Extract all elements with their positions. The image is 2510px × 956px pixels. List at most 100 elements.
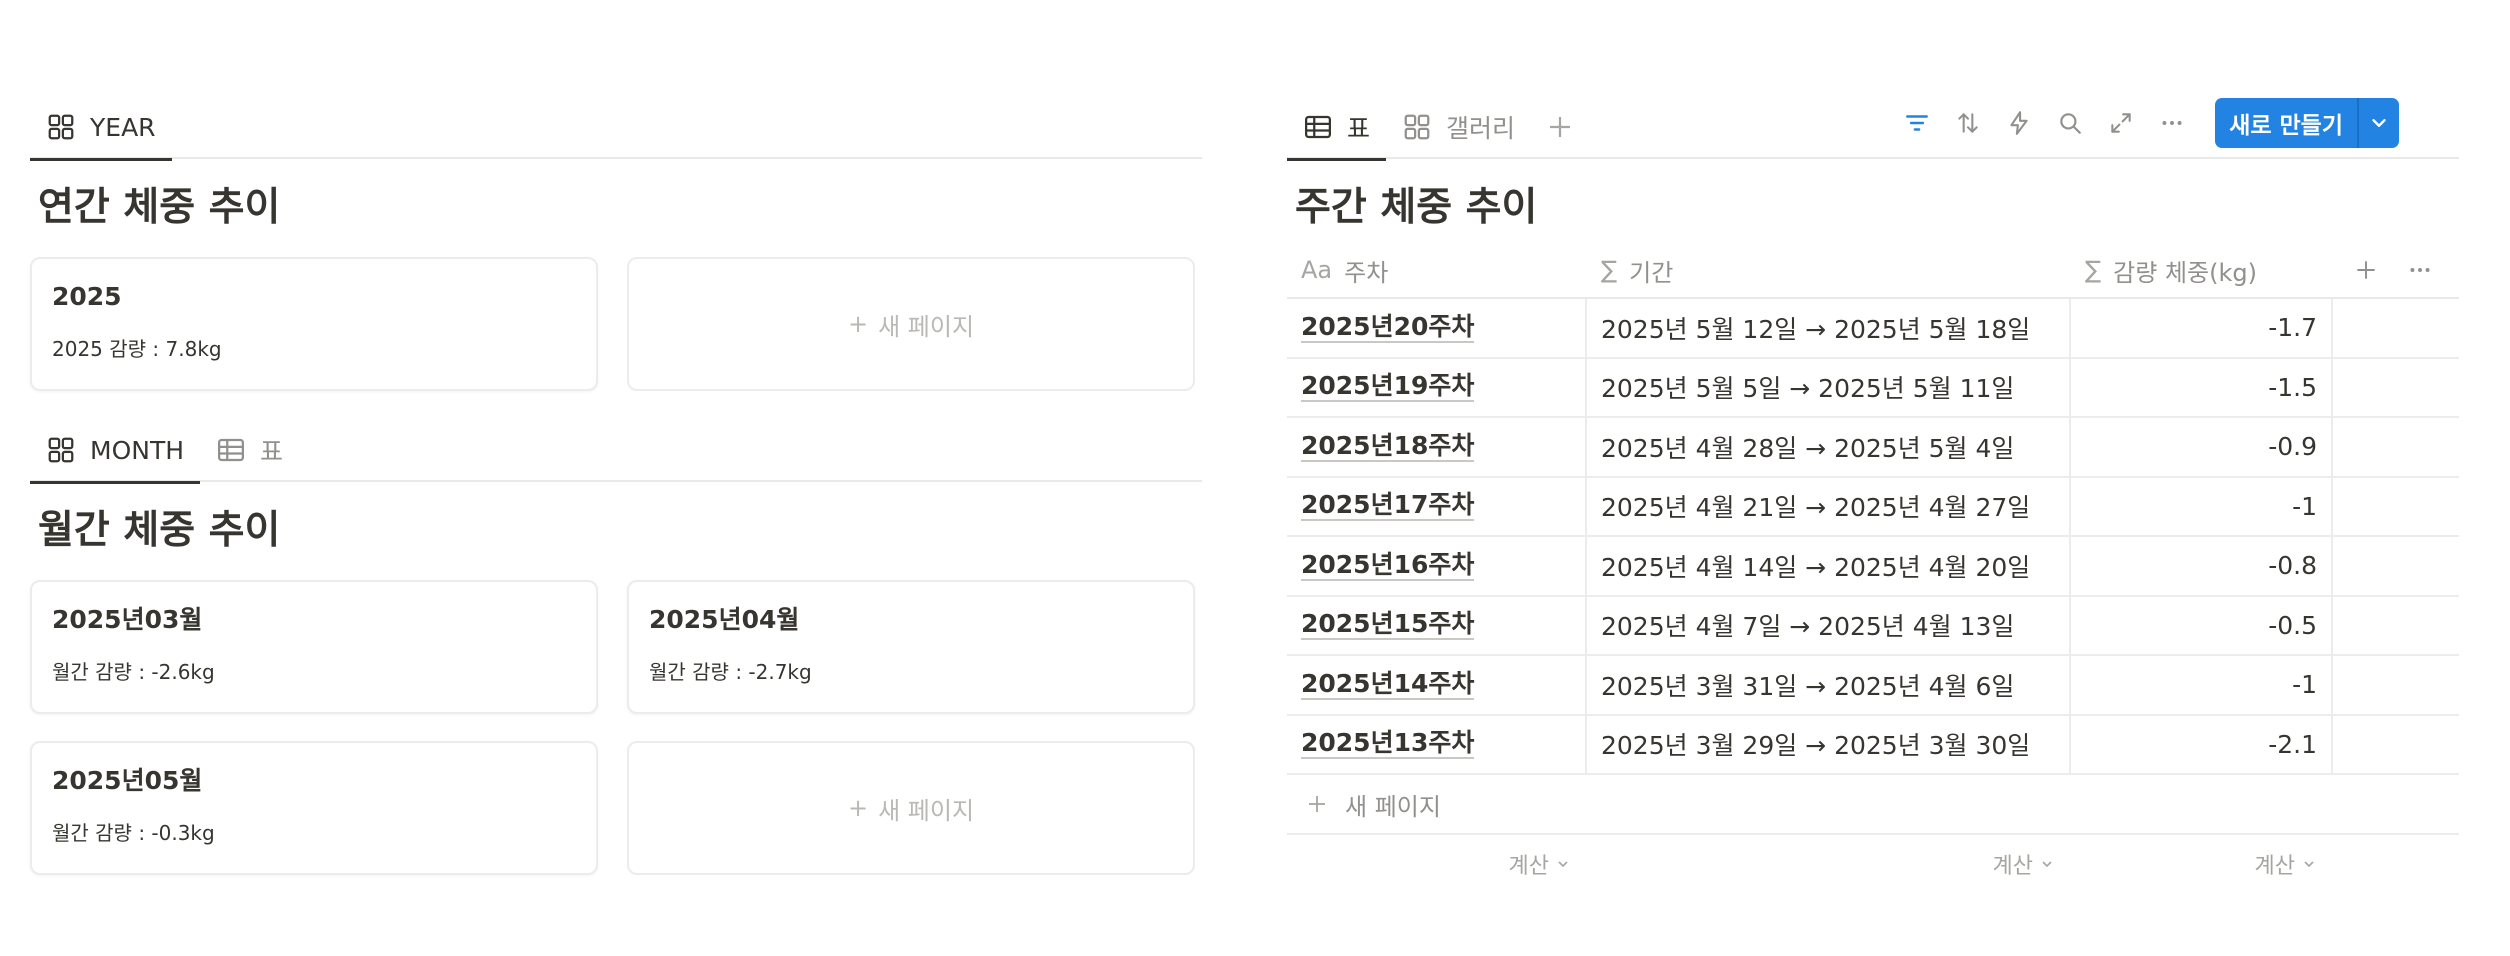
table-row[interactable]: 2025년20주차 2025년 5월 12일 → 2025년 5월 18일 -1.7 [1287,299,2459,359]
new-button[interactable]: 새로 만들기 [2215,98,2357,148]
chevron-down-icon [2042,861,2052,868]
calc-loss[interactable]: 계산 [2071,835,2333,893]
week-cell[interactable]: 2025년15주차 [1287,596,1587,654]
table-row[interactable]: 2025년18주차 2025년 4월 28일 → 2025년 5월 4일 -0.9 [1287,418,2459,478]
calc-label: 계산 [2254,854,2295,879]
expand-icon [2110,113,2131,133]
week-cell[interactable]: 2025년20주차 [1287,299,1587,357]
tab-gallery-label: 갤러리 [1446,114,1516,143]
table-row[interactable]: 2025년13주차 2025년 3월 29일 → 2025년 3월 30일 -2.1 [1287,715,2459,775]
week-title[interactable]: 2025년15주차 [1301,610,1475,641]
gallery-card-month[interactable]: 2025년03월 월간 감량 : -2.6kg [30,580,598,714]
new-button-dropdown[interactable] [2357,98,2399,148]
week-cell[interactable]: 2025년16주차 [1287,537,1587,595]
monthly-section-title: 월간 체중 추이 [38,508,281,553]
table-row[interactable]: 2025년15주차 2025년 4월 7일 → 2025년 4월 13일 -0.5 [1287,596,2459,656]
week-title[interactable]: 2025년13주차 [1301,729,1475,760]
week-title[interactable]: 2025년19주차 [1301,372,1475,403]
week-view-tabbar: 표 갤러리 새로 만들기 [1287,95,2459,161]
right-panel: 표 갤러리 새로 만들기 주간 체중 추이 Aa 주차 ∑ 기간 ∑ 감량 체중… [1287,95,2459,893]
period-cell: 2025년 5월 12일 → 2025년 5월 18일 [1587,299,2071,357]
chevron-down-icon [1558,861,1568,868]
week-cell[interactable]: 2025년17주차 [1287,477,1587,535]
month-gallery: 2025년03월 월간 감량 : -2.6kg 2025년04월 월간 감량 :… [30,580,1202,875]
formula-type-icon: ∑ [1601,256,1618,284]
empty-cell [2333,537,2459,595]
sort-button[interactable] [1942,98,1993,148]
weekly-table: Aa 주차 ∑ 기간 ∑ 감량 체중(kg) 2025년20주차 2025년 5월… [1287,243,2459,893]
week-cell[interactable]: 2025년14주차 [1287,656,1587,714]
week-title[interactable]: 2025년14주차 [1301,669,1475,700]
new-page-card[interactable]: + 새 페이지 [627,741,1195,875]
new-page-card[interactable]: + 새 페이지 [627,257,1195,391]
add-property-icon[interactable] [2353,257,2379,283]
new-page-label: 새 페이지 [1345,792,1441,821]
period-cell: 2025년 3월 29일 → 2025년 3월 30일 [1587,715,2071,773]
more-horizontal-icon [2162,121,2182,125]
table-row[interactable]: 2025년17주차 2025년 4월 21일 → 2025년 4월 27일 -1 [1287,477,2459,537]
week-title[interactable]: 2025년17주차 [1301,491,1475,522]
automation-button[interactable] [1993,98,2044,148]
more-options-button[interactable] [2146,98,2197,148]
tab-table-label: 표 [260,437,284,466]
new-button-group: 새로 만들기 [2215,98,2399,148]
expand-button[interactable] [2095,98,2146,148]
year-gallery: 2025 2025 감량 : 7.8kg + 새 페이지 [30,257,1202,391]
week-cell[interactable]: 2025년19주차 [1287,358,1587,416]
sort-icon [1957,113,1978,133]
week-cell[interactable]: 2025년18주차 [1287,418,1587,476]
tab-table[interactable]: 표 [1287,95,1387,161]
week-title[interactable]: 2025년16주차 [1301,550,1475,581]
week-title[interactable]: 2025년18주차 [1301,431,1475,462]
column-label: 감량 체중(kg) [2113,258,2257,287]
more-horizontal-icon[interactable] [2407,257,2433,283]
calc-week[interactable]: 계산 [1287,835,1587,893]
column-label: 주차 [1344,258,1389,287]
loss-cell: -1 [2071,477,2333,535]
search-button[interactable] [2044,98,2095,148]
empty-cell [2333,299,2459,357]
week-cell[interactable]: 2025년13주차 [1287,715,1587,773]
column-header-period[interactable]: ∑ 기간 [1587,243,2071,297]
card-property: 월간 감량 : -0.3kg [52,821,215,845]
table-icon [218,438,245,462]
gallery-card-month[interactable]: 2025년04월 월간 감량 : -2.7kg [627,580,1195,714]
gallery-card-2025[interactable]: 2025 2025 감량 : 7.8kg [30,257,598,391]
new-page-label: 새 페이지 [878,312,975,341]
gallery-card-month[interactable]: 2025년05월 월간 감량 : -0.3kg [30,741,598,875]
plus-icon [1550,117,1571,137]
tab-gallery[interactable]: 갤러리 [1386,95,1531,159]
calc-period[interactable]: 계산 [1587,835,2071,893]
tab-month-label: MONTH [90,435,185,465]
month-view-tabbar: MONTH 표 [30,418,1202,484]
column-header-week[interactable]: Aa 주차 [1287,243,1587,297]
yearly-section-title: 연간 체중 추이 [38,185,281,230]
add-row-button[interactable]: 새 페이지 [1287,775,2459,835]
card-property: 월간 감량 : -2.7kg [649,660,812,684]
new-page-label: 새 페이지 [878,796,975,825]
column-header-loss[interactable]: ∑ 감량 체중(kg) [2071,243,2333,297]
table-row[interactable]: 2025년14주차 2025년 3월 31일 → 2025년 4월 6일 -1 [1287,656,2459,716]
tab-table[interactable]: 표 [200,418,299,482]
filter-button[interactable] [1891,98,1942,148]
tab-month[interactable]: MONTH [30,418,201,484]
tab-year-label: YEAR [90,112,156,142]
period-cell: 2025년 3월 31일 → 2025년 4월 6일 [1587,656,2071,714]
period-cell: 2025년 4월 7일 → 2025년 4월 13일 [1587,596,2071,654]
card-title: 2025 [52,282,122,311]
tab-table-label: 표 [1347,114,1371,143]
gallery-grid-icon [48,114,74,140]
lightning-icon [2010,111,2028,135]
add-view-button[interactable] [1531,95,1589,159]
calculation-row: 계산 계산 계산 [1287,835,2459,893]
week-title[interactable]: 2025년20주차 [1301,312,1475,343]
table-row[interactable]: 2025년19주차 2025년 5월 5일 → 2025년 5월 11일 -1.5 [1287,358,2459,418]
empty-cell [2333,478,2459,536]
column-header-actions [2333,243,2459,297]
empty-cell [2333,418,2459,476]
calc-label: 계산 [1508,854,1549,879]
loss-cell: -1.5 [2071,358,2333,416]
tab-year[interactable]: YEAR [30,95,172,161]
table-row[interactable]: 2025년16주차 2025년 4월 14일 → 2025년 4월 20일 -0.8 [1287,537,2459,597]
column-label: 기간 [1629,258,1674,287]
